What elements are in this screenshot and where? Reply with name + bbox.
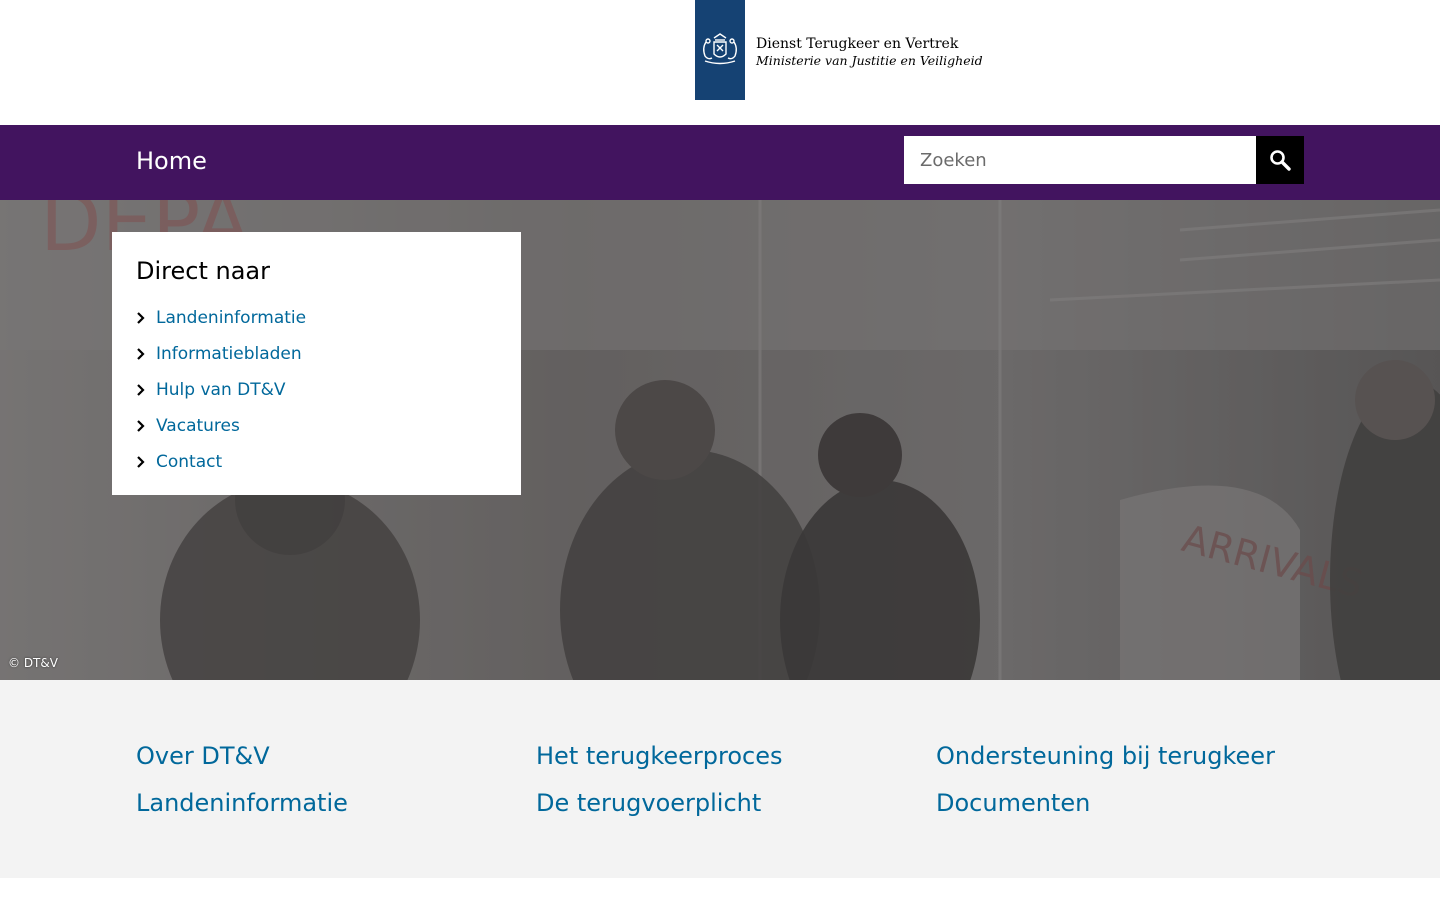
hero-banner: ARRIVALS DEPA Direct naar Landeninformat… — [0, 200, 1440, 680]
list-item: Vacatures — [136, 408, 497, 444]
topic-links-grid: Over DT&V Het terugkeerproces Ondersteun… — [136, 738, 1336, 822]
list-item: Hulp van DT&V — [136, 372, 497, 408]
chevron-right-icon — [136, 384, 156, 396]
direct-link-vacatures[interactable]: Vacatures — [136, 416, 240, 436]
search-input[interactable] — [904, 136, 1256, 184]
search-form — [904, 136, 1304, 184]
main-navbar: Home — [0, 125, 1440, 200]
list-item: Contact — [136, 444, 497, 480]
coat-of-arms-icon — [703, 33, 737, 65]
direct-links-panel: Direct naar Landeninformatie Informatieb… — [112, 232, 521, 495]
chevron-right-icon — [136, 420, 156, 432]
logo-text: Dienst Terugkeer en Vertrek Ministerie v… — [756, 31, 983, 69]
logo-organization: Dienst Terugkeer en Vertrek — [756, 36, 959, 52]
logo-ribbon — [695, 0, 745, 100]
topic-link-landeninformatie[interactable]: Landeninformatie — [136, 785, 536, 822]
direct-link-informatiebladen[interactable]: Informatiebladen — [136, 344, 302, 364]
search-button[interactable] — [1256, 136, 1304, 184]
direct-link-label: Landeninformatie — [156, 308, 307, 328]
chevron-right-icon — [136, 456, 156, 468]
nav-home-link[interactable]: Home — [136, 147, 207, 175]
chevron-right-icon — [136, 312, 156, 324]
direct-link-label: Contact — [156, 452, 223, 472]
list-item: Landeninformatie — [136, 300, 497, 336]
topic-links-panel: Over DT&V Het terugkeerproces Ondersteun… — [0, 680, 1440, 878]
direct-link-label: Vacatures — [156, 416, 240, 436]
logo-ministry: Ministerie van Justitie en Veiligheid — [756, 53, 983, 68]
topic-link-terugvoerplicht[interactable]: De terugvoerplicht — [536, 785, 936, 822]
topic-link-terugkeerproces[interactable]: Het terugkeerproces — [536, 738, 936, 775]
site-header: Dienst Terugkeer en Vertrek Ministerie v… — [0, 0, 1440, 125]
direct-link-hulp[interactable]: Hulp van DT&V — [136, 380, 286, 400]
direct-link-landeninformatie[interactable]: Landeninformatie — [136, 308, 306, 328]
search-icon — [1270, 150, 1291, 171]
direct-links-list: Landeninformatie Informatiebladen Hulp v… — [136, 300, 497, 480]
chevron-right-icon — [136, 348, 156, 360]
direct-link-label: Hulp van DT&V — [156, 380, 286, 400]
topic-link-ondersteuning[interactable]: Ondersteuning bij terugkeer — [936, 738, 1336, 775]
list-item: Informatiebladen — [136, 336, 497, 372]
topic-link-documenten[interactable]: Documenten — [936, 785, 1336, 822]
site-logo[interactable]: Dienst Terugkeer en Vertrek Ministerie v… — [695, 0, 983, 100]
topic-link-over-dtv[interactable]: Over DT&V — [136, 738, 536, 775]
photo-credit: © DT&V — [8, 656, 58, 670]
direct-link-contact[interactable]: Contact — [136, 452, 222, 472]
direct-link-label: Informatiebladen — [156, 344, 302, 364]
direct-links-title: Direct naar — [136, 257, 270, 285]
